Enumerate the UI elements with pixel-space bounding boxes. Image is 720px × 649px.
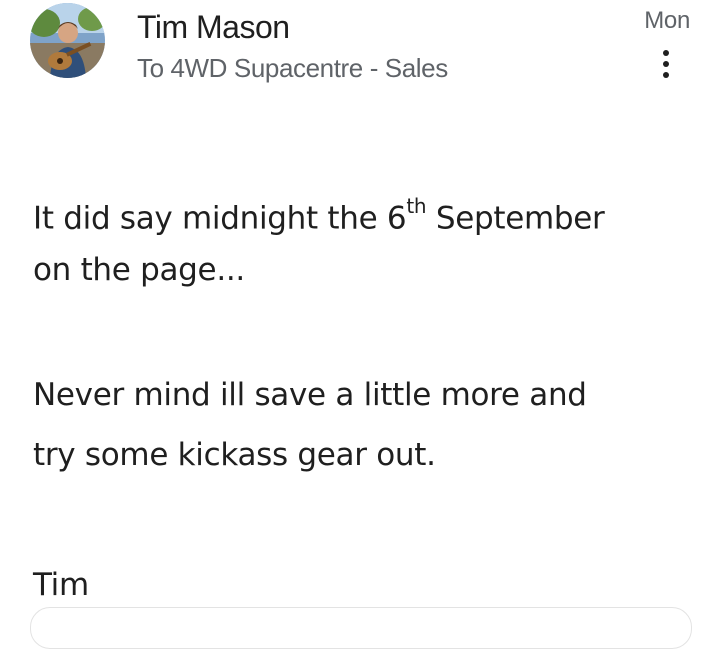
message-header: Tim Mason To 4WD Supacentre - Sales Mon [0, 0, 720, 100]
more-vert-icon[interactable] [652, 44, 680, 84]
paragraph-2-line-1: Never mind ill save a little more and [33, 377, 587, 413]
body-text-segment: It did say midnight the 6 [33, 200, 407, 237]
message-paragraph-1: It did say midnight the 6th September on… [33, 180, 703, 300]
paragraph-1-line-1: It did say midnight the 6th September [33, 180, 703, 240]
avatar-photo [30, 3, 105, 78]
paragraph-1-line-2: on the page... [33, 252, 245, 288]
ordinal-suffix: th [406, 194, 427, 218]
more-dot [663, 50, 669, 56]
paragraph-2-line-2: try some kickass gear out. [33, 437, 436, 473]
signature-line: Tim [33, 567, 89, 603]
reply-box-edge[interactable] [30, 607, 692, 649]
message-paragraph-2: Never mind ill save a little more and tr… [33, 365, 703, 485]
more-dot [663, 72, 669, 78]
message-signature: Tim [33, 555, 703, 615]
sender-name[interactable]: Tim Mason [137, 8, 290, 46]
more-dot [663, 61, 669, 67]
recipient-line[interactable]: To 4WD Supacentre - Sales [137, 52, 448, 84]
body-text-segment: September [426, 200, 605, 237]
sender-avatar[interactable] [30, 3, 105, 78]
message-date: Mon [644, 7, 690, 34]
